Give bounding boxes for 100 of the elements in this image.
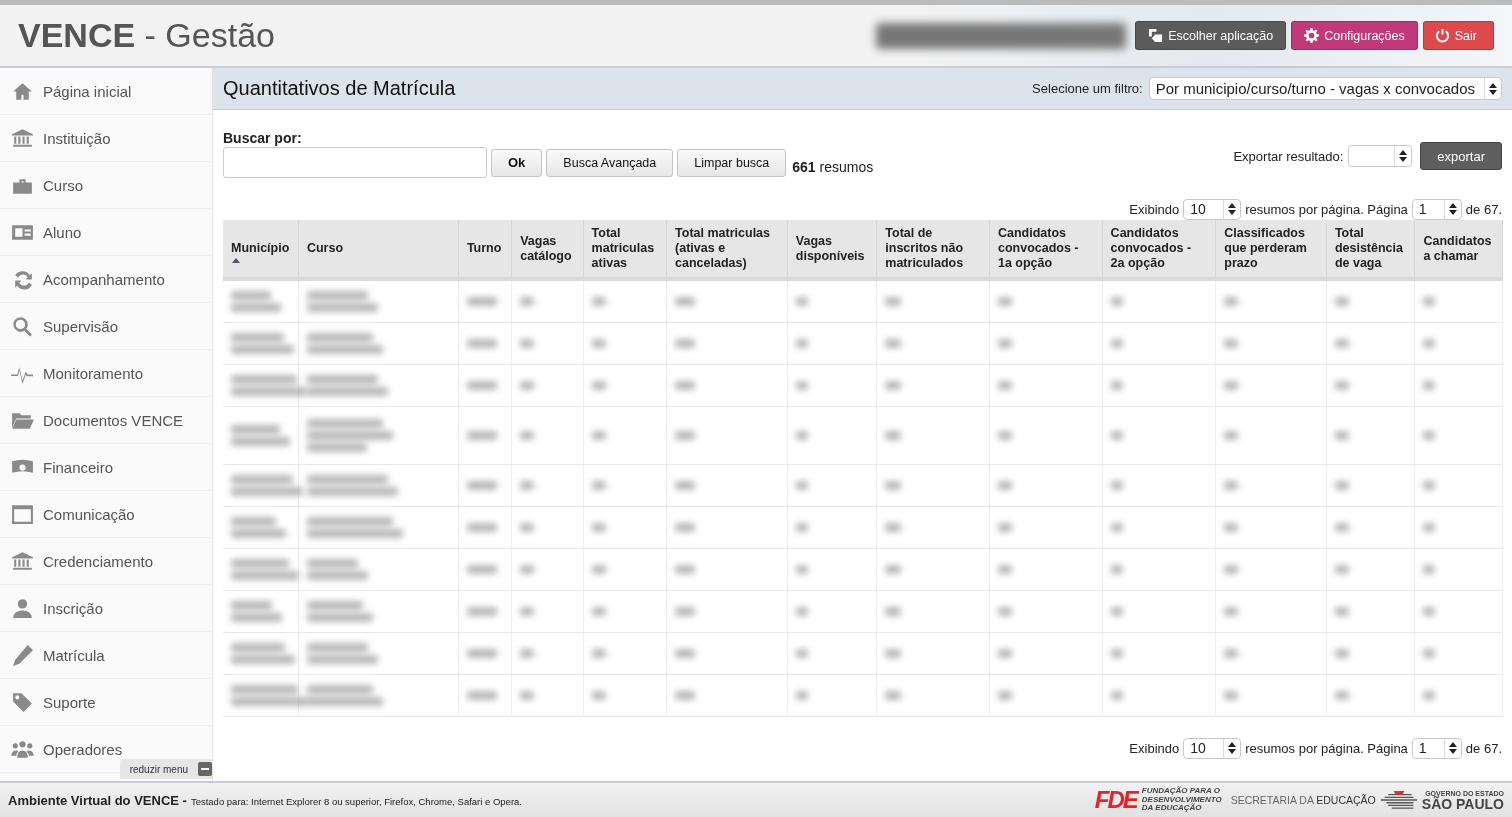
government-logo-title: SÃO PAULO — [1421, 796, 1504, 811]
blurred-cell-text — [997, 381, 1012, 390]
clear-search-button[interactable]: Limpar busca — [677, 148, 787, 177]
sidebar-item[interactable]: Credenciamento — [0, 538, 212, 585]
blurred-cell-text — [675, 339, 696, 348]
blurred-cell-text — [306, 601, 363, 610]
blurred-cell-text — [1110, 607, 1123, 616]
page-size-select[interactable]: 10 — [1183, 198, 1242, 220]
sidebar-item[interactable]: Matrícula — [0, 632, 212, 679]
page-size-select[interactable]: 10 — [1183, 737, 1242, 759]
blurred-cell-text — [885, 297, 902, 306]
page-select[interactable]: 1 — [1411, 198, 1462, 220]
export-select[interactable] — [1348, 145, 1413, 167]
blurred-cell-text — [231, 345, 294, 354]
blurred-cell-text — [1110, 565, 1123, 574]
blurred-cell-text — [1334, 691, 1349, 700]
blurred-cell-text — [1224, 607, 1239, 616]
sidebar-item[interactable]: Acompanhamento — [0, 256, 212, 303]
column-header[interactable]: Total matriculas (ativas e canceladas) — [666, 220, 788, 279]
blurred-cell-text — [795, 607, 808, 616]
blurred-cell-text — [795, 431, 808, 440]
blurred-cell-text — [591, 481, 606, 490]
blurred-cell-text — [675, 565, 696, 574]
column-header[interactable]: Total matriculas ativas — [583, 220, 667, 279]
fde-logo-caption: DESENVOLVIMENTO — [1141, 795, 1222, 804]
blurred-cell-text — [1334, 339, 1349, 348]
column-header[interactable]: Total desistência de vaga — [1326, 220, 1415, 279]
advanced-search-button[interactable]: Busca Avançada — [546, 148, 674, 177]
column-header[interactable]: Vagas disponíveis — [787, 220, 877, 279]
blurred-cell-text — [231, 559, 289, 568]
sidebar-item[interactable]: Curso — [0, 162, 212, 209]
header-button[interactable]: Escolher aplicação — [1135, 21, 1287, 50]
blurred-cell-text — [675, 381, 696, 390]
search-field[interactable] — [223, 147, 487, 178]
blurred-cell-text — [1110, 691, 1123, 700]
blurred-cell-text — [591, 431, 606, 440]
blurred-cell-text — [466, 431, 497, 440]
blurred-cell-text — [675, 431, 696, 440]
blurred-cell-text — [1224, 431, 1239, 440]
sidebar-item[interactable]: Inscrição — [0, 585, 212, 632]
blurred-cell-text — [675, 691, 696, 700]
sidebar-item[interactable]: Comunicação — [0, 491, 212, 538]
sidebar-item[interactable]: Monitoramento — [0, 350, 212, 397]
column-header[interactable]: Candidatos a chamar — [1414, 220, 1503, 279]
page-select[interactable]: 1 — [1411, 737, 1462, 759]
blurred-cell-text — [795, 523, 808, 532]
blurred-cell-text — [466, 607, 497, 616]
sidebar-item[interactable]: Financeiro — [0, 444, 212, 491]
header-button[interactable]: Configurações — [1291, 21, 1418, 50]
header-button[interactable]: Sair — [1422, 21, 1494, 50]
blurred-cell-text — [520, 607, 535, 616]
collapse-menu-button[interactable]: reduzir menu — [119, 759, 212, 779]
blurred-cell-text — [520, 565, 535, 574]
blurred-cell-text — [520, 691, 535, 700]
blurred-cell-text — [231, 685, 298, 694]
blurred-cell-text — [997, 691, 1012, 700]
export-button[interactable]: exportar — [1420, 142, 1502, 170]
blurred-cell-text — [795, 481, 808, 490]
blurred-cell-text — [1334, 565, 1349, 574]
blurred-cell-text — [306, 655, 378, 664]
blurred-cell-text — [675, 649, 696, 658]
blurred-cell-text — [231, 375, 297, 384]
blurred-cell-text — [466, 523, 497, 532]
blurred-cell-text — [1224, 481, 1239, 490]
blurred-cell-text — [306, 559, 358, 568]
blurred-cell-text — [885, 523, 902, 532]
ok-button[interactable]: Ok — [491, 148, 543, 177]
blurred-cell-text — [1423, 431, 1436, 440]
filter-select[interactable]: Por municipio/curso/turno - vagas x convocados — [1148, 77, 1502, 100]
blurred-cell-text — [997, 481, 1012, 490]
sidebar-item[interactable]: Aluno — [0, 209, 212, 256]
column-header[interactable]: Classificados que perderam prazo — [1215, 220, 1327, 279]
column-header[interactable]: Curso — [298, 220, 459, 279]
blurred-cell-text — [466, 381, 497, 390]
pagination-label: de 67. — [1465, 201, 1502, 217]
sidebar-item[interactable]: Página inicial — [0, 68, 212, 115]
secretaria-logo: SECRETARIA DA EDUCAÇÃO — [1230, 794, 1376, 806]
column-header[interactable]: Município — [223, 220, 299, 279]
blurred-cell-text — [675, 523, 696, 532]
blurred-cell-text — [231, 333, 284, 342]
blurred-cell-text — [1224, 649, 1239, 658]
sidebar-item[interactable]: Supervisão — [0, 303, 212, 350]
blurred-cell-text — [997, 565, 1012, 574]
blurred-cell-text — [885, 431, 902, 440]
sidebar-item[interactable]: Suporte — [0, 679, 212, 726]
blurred-cell-text — [1334, 297, 1349, 306]
column-header[interactable]: Turno — [458, 220, 512, 279]
sidebar-item[interactable]: Instituição — [0, 115, 212, 162]
sidebar-item[interactable]: Documentos VENCE — [0, 397, 212, 444]
column-header[interactable]: Candidatos convocados - 1a opção — [989, 220, 1103, 279]
blurred-cell-text — [795, 297, 808, 306]
column-header[interactable]: Total de inscritos não matriculados — [876, 220, 990, 279]
blurred-cell-text — [306, 291, 368, 300]
column-header[interactable]: Candidatos convocados - 2a opção — [1102, 220, 1216, 279]
blurred-cell-text — [997, 649, 1012, 658]
blurred-cell-text — [1423, 523, 1436, 532]
blurred-cell-text — [795, 649, 808, 658]
blurred-cell-text — [231, 601, 272, 610]
column-header[interactable]: Vagas catálogo — [511, 220, 584, 279]
blurred-cell-text — [306, 375, 378, 384]
